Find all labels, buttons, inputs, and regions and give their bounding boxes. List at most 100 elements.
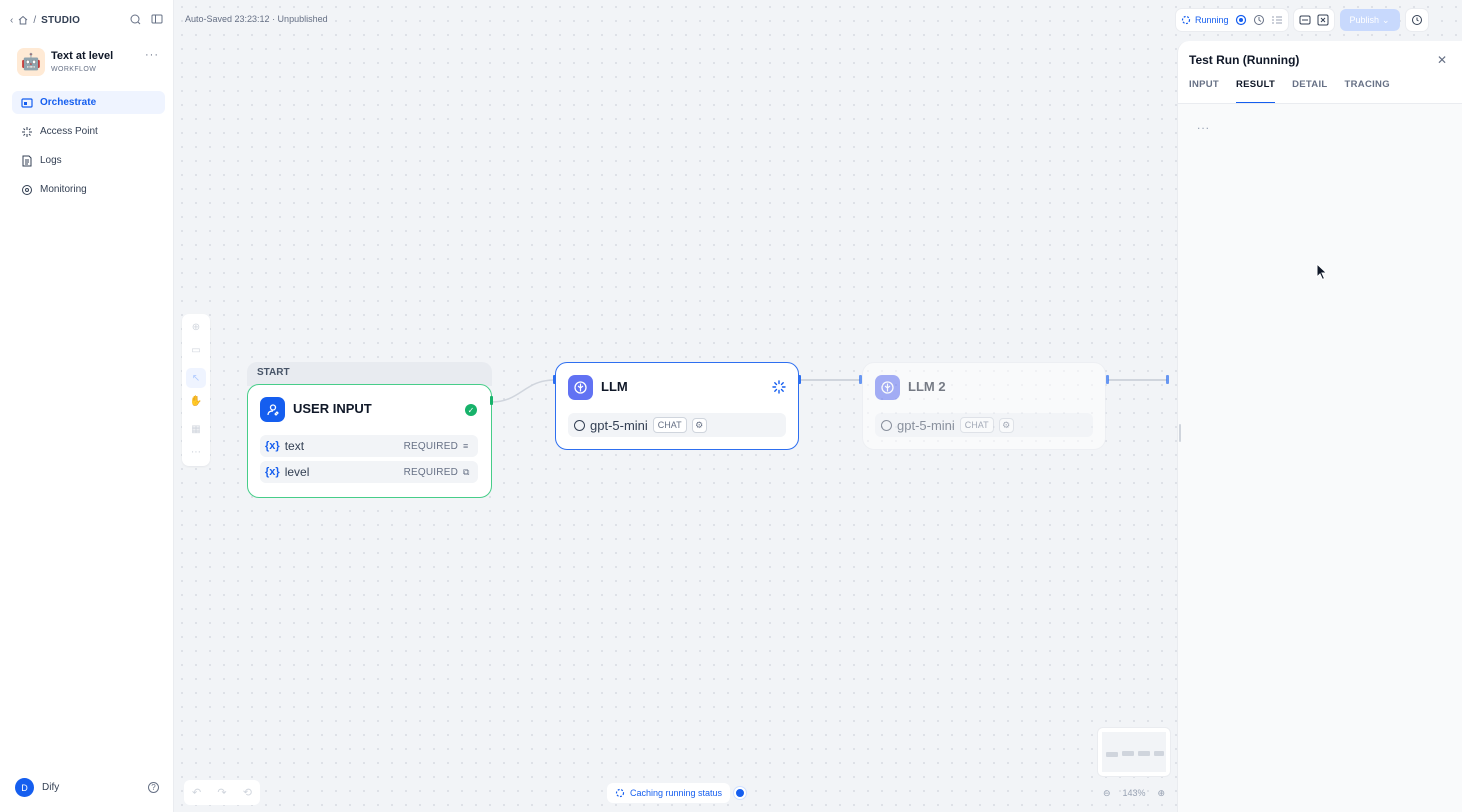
stop-icon[interactable] [1235, 14, 1247, 26]
sidebar-item-label: Access Point [40, 126, 98, 137]
help-icon[interactable]: ? [148, 782, 159, 793]
node-title: LLM 2 [908, 379, 946, 394]
sidebar: ‹ / STUDIO 🤖 Text at level WORKFLOW ··· … [0, 0, 174, 812]
zoom-in-icon[interactable]: ⊕ [1157, 788, 1165, 799]
minimap-nodes [1106, 751, 1164, 757]
panel-resize-handle[interactable] [1179, 424, 1181, 442]
model-name: gpt-5-mini [897, 417, 955, 433]
env-icon[interactable] [1299, 14, 1311, 26]
sidebar-item-label: Orchestrate [40, 97, 97, 108]
user-account[interactable]: D Dify [15, 778, 59, 797]
top-toolbar: Running Publish ⌄ [1176, 9, 1428, 31]
running-label: Running [1195, 15, 1229, 25]
publish-button[interactable]: Publish ⌄ [1339, 9, 1400, 31]
breadcrumb-separator: / [33, 14, 37, 26]
settings-icon[interactable]: ⚙ [998, 417, 1014, 433]
model-selector[interactable]: gpt-5-mini CHAT ⚙ [568, 413, 786, 437]
mode-badge: CHAT [652, 417, 687, 433]
result-content: ... [1178, 104, 1462, 812]
run-status-group: Running [1176, 9, 1288, 31]
pointer-mode-icon[interactable]: ↖ [186, 368, 206, 388]
llm2-node[interactable]: LLM 2 gpt-5-mini CHAT ⚙ [862, 362, 1106, 450]
version-history-icon[interactable] [1411, 14, 1423, 26]
text-type-icon: ≡ [463, 441, 469, 451]
undo-icon[interactable]: ↶ [192, 786, 201, 799]
required-label: REQUIRED [403, 440, 458, 452]
sidebar-item-label: Logs [40, 155, 62, 166]
breadcrumb-studio[interactable]: STUDIO [41, 15, 80, 26]
home-icon[interactable] [18, 15, 28, 25]
redo-icon[interactable]: ↷ [217, 786, 226, 799]
close-icon[interactable]: ✕ [1437, 53, 1447, 67]
env-group [1293, 9, 1334, 31]
app-header[interactable]: 🤖 Text at level WORKFLOW ··· [17, 48, 162, 78]
refresh-icon[interactable] [129, 13, 141, 25]
minimap[interactable] [1097, 727, 1171, 777]
app-type: WORKFLOW [51, 66, 97, 73]
more-tools-icon[interactable]: ⋯ [190, 446, 202, 458]
output-handle[interactable] [1106, 375, 1109, 384]
input-variable-row[interactable]: {x} text REQUIRED ≡ [260, 435, 478, 457]
version-group [1405, 9, 1428, 31]
collapse-sidebar-icon[interactable] [151, 13, 163, 25]
mouse-cursor-icon [1316, 263, 1328, 281]
settings-icon[interactable]: ⚙ [691, 417, 707, 433]
tab-tracing[interactable]: TRACING [1345, 79, 1390, 103]
add-note-icon[interactable]: ▭ [190, 344, 202, 356]
success-check-icon: ✓ [465, 404, 477, 416]
output-handle[interactable] [490, 396, 493, 405]
caching-status: Caching running status [607, 783, 731, 803]
variable-icon[interactable] [1317, 14, 1329, 26]
mode-badge: CHAT [959, 417, 994, 433]
undo-redo-bar: ↶ ↷ ⟲ [184, 780, 260, 805]
model-name: gpt-5-mini [590, 417, 648, 433]
edge-llm2-next [1108, 379, 1167, 381]
input-variable-row[interactable]: {x} level REQUIRED ⧉ [260, 461, 478, 483]
more-icon[interactable]: ··· [145, 49, 159, 61]
model-selector[interactable]: gpt-5-mini CHAT ⚙ [875, 413, 1093, 437]
logs-icon [22, 155, 32, 166]
access-point-icon [22, 126, 32, 137]
sidebar-item-monitoring[interactable]: Monitoring [12, 178, 165, 201]
checklist-icon[interactable] [1271, 14, 1283, 26]
spinner-icon [615, 788, 625, 798]
hand-mode-icon[interactable]: ✋ [190, 395, 202, 407]
record-indicator-icon[interactable] [734, 787, 746, 799]
history-icon[interactable]: ⟲ [243, 786, 252, 799]
caching-label: Caching running status [630, 788, 723, 798]
llm-node[interactable]: LLM gpt-5-mini CHAT ⚙ [555, 362, 799, 450]
input-handle[interactable] [1166, 375, 1169, 384]
tab-input[interactable]: INPUT [1189, 79, 1219, 103]
output-handle[interactable] [798, 375, 801, 384]
back-icon[interactable]: ‹ [10, 15, 13, 26]
node-title: LLM [601, 379, 628, 394]
input-handle[interactable] [553, 375, 556, 384]
tab-detail[interactable]: DETAIL [1292, 79, 1327, 103]
select-type-icon: ⧉ [463, 467, 470, 477]
zoom-out-icon[interactable]: ⊖ [1103, 788, 1111, 799]
tab-result[interactable]: RESULT [1236, 79, 1276, 104]
zoom-level[interactable]: 143% [1122, 788, 1145, 798]
user-name: Dify [42, 782, 60, 793]
openai-icon [574, 419, 585, 431]
sidebar-item-orchestrate[interactable]: Orchestrate [12, 91, 165, 114]
history-icon[interactable] [1253, 14, 1265, 26]
running-button[interactable]: Running [1181, 15, 1229, 25]
canvas-tools: ⊕ ▭ ↖ ✋ ▦ ⋯ [182, 314, 210, 466]
openai-icon [881, 419, 892, 431]
panel-tabs: INPUT RESULT DETAIL TRACING [1189, 79, 1407, 104]
user-input-node[interactable]: USER INPUT ✓ {x} text REQUIRED ≡ {x} lev… [247, 384, 492, 498]
variable-icon: {x} [265, 440, 280, 452]
add-node-icon[interactable]: ⊕ [190, 321, 202, 333]
sidebar-item-label: Monitoring [40, 184, 87, 195]
llm-icon [568, 375, 593, 400]
start-tag: START [247, 362, 492, 386]
layout-icon[interactable]: ▦ [190, 423, 202, 435]
edge-llm-llm2 [801, 379, 860, 381]
breadcrumb: ‹ / STUDIO [10, 13, 80, 27]
input-handle[interactable] [859, 375, 862, 384]
sidebar-item-logs[interactable]: Logs [12, 149, 165, 172]
autosave-status: Auto-Saved 23:23:12 · Unpublished [185, 14, 328, 24]
loading-spinner-icon [772, 380, 786, 394]
sidebar-item-access-point[interactable]: Access Point [12, 120, 165, 143]
